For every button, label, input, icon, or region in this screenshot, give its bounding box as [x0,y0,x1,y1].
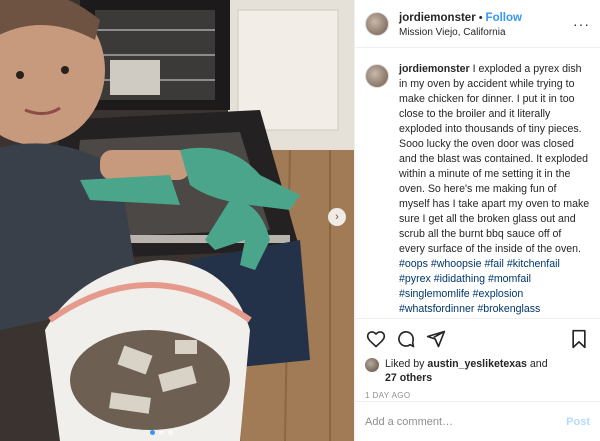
hashtag-link[interactable]: #ididathing [434,273,485,285]
liker-avatar[interactable] [365,358,379,372]
separator-dot: • [478,12,483,25]
author-info: jordiemonster • Follow Mission Viejo, Cali… [399,7,573,40]
carousel-dot [168,430,173,435]
hashtag-link[interactable]: #whoopsie [431,258,482,270]
hashtag-link[interactable]: #brokenglass [477,303,540,315]
post-header: jordiemonster • Follow Mission Viejo, Cali… [355,0,600,48]
likes-summary: Liked by austin_yesliketexas and 27 othe… [365,357,590,385]
caption-row: jordiemonster I exploded a pyrex dish in… [365,62,590,317]
hashtag-link[interactable]: #singlemomlife [399,288,470,300]
hashtag-link[interactable]: #oops [399,258,428,270]
carousel-dot-active [150,430,155,435]
heart-icon[interactable] [365,328,387,350]
hashtag-link[interactable]: #whatsfordinner [399,303,474,315]
carousel-dot [159,430,164,435]
oven-cleaning-photo [0,0,354,441]
share-icon[interactable] [425,328,447,350]
bookmark-icon[interactable] [568,328,590,350]
more-horizontal-icon[interactable]: ··· [573,16,590,32]
chevron-right-icon: › [335,211,339,223]
post-side-panel: jordiemonster • Follow Mission Viejo, Cali… [354,0,600,441]
caption-username[interactable]: jordiemonster [399,63,470,75]
action-icon-row [365,327,590,351]
comment-icon[interactable] [395,328,417,350]
liked-by-prefix: Liked by [385,358,425,370]
next-photo-arrow[interactable]: › [328,208,346,226]
author-avatar[interactable] [365,11,389,36]
caption-section: jordiemonster I exploded a pyrex dish in… [355,48,600,318]
hashtag-link[interactable]: #explosion [473,288,524,300]
likes-text: Liked by austin_yesliketexas and 27 othe… [385,357,548,385]
comment-input[interactable] [365,415,567,428]
liked-by-and: and [529,358,548,370]
hashtag-link[interactable]: #momfail [488,273,531,285]
comment-box: Post [355,401,600,441]
likes-others[interactable]: 27 others [385,372,432,384]
post-time: 1 DAY AGO [365,391,411,400]
post-location[interactable]: Mission Viejo, California [399,27,573,40]
carousel-dots [150,430,173,435]
hashtag-link[interactable]: #pyrex [399,273,431,285]
liked-by-user[interactable]: austin_yesliketexas [427,358,527,370]
hashtag-link[interactable]: #fail [484,258,503,270]
caption-avatar[interactable] [365,64,389,88]
author-username[interactable]: jordiemonster [399,12,476,24]
post-comment-button[interactable]: Post [566,416,590,428]
hashtag-list: #oops #whoopsie #fail #kitchenfail #pyre… [399,258,560,315]
post-photo[interactable]: › [0,0,354,441]
hashtag-link[interactable]: #kitchenfail [507,258,560,270]
action-section: Liked by austin_yesliketexas and 27 othe… [355,318,600,400]
caption-body: jordiemonster I exploded a pyrex dish in… [399,62,590,317]
caption-text: I exploded a pyrex dish in my oven by ac… [399,63,590,255]
follow-button[interactable]: Follow [486,12,522,24]
